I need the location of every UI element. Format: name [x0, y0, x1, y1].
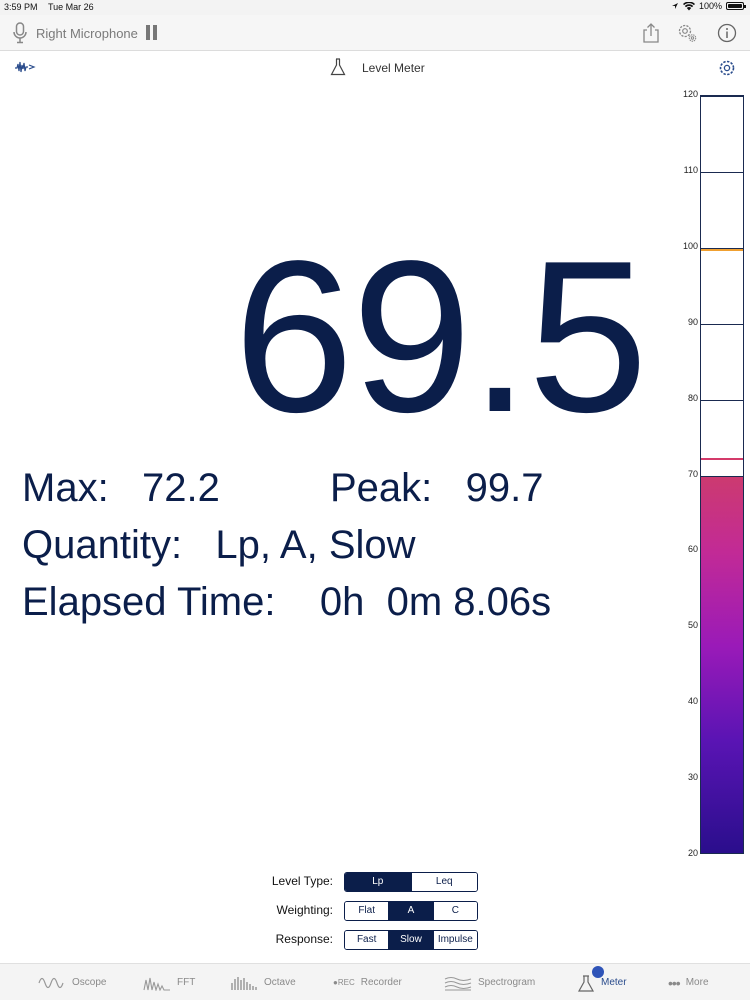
more-dots-icon: ••• — [668, 974, 681, 991]
meter-tick — [701, 323, 743, 325]
battery-icon — [726, 2, 746, 10]
weighting-label: Weighting: — [276, 903, 333, 917]
tab-meter[interactable]: Meter — [577, 964, 627, 1000]
waveform-icon[interactable] — [14, 59, 36, 75]
tab-more[interactable]: ••• More — [668, 964, 709, 1000]
level-type-option-lp[interactable]: Lp — [345, 873, 412, 891]
pause-icon[interactable] — [146, 25, 158, 40]
tab-label: More — [685, 977, 709, 988]
record-dot-icon: ●REC — [333, 978, 355, 987]
meter-tick-label: 50 — [687, 620, 698, 631]
status-bar: 3:59 PM Tue Mar 26 100% — [0, 0, 750, 15]
location-icon — [671, 3, 678, 9]
tab-oscope[interactable]: Oscope — [38, 964, 106, 1000]
meter-level-fill — [701, 477, 743, 853]
level-type-option-leq[interactable]: Leq — [411, 873, 477, 891]
tab-label: Recorder — [360, 977, 402, 988]
fft-icon — [143, 977, 170, 991]
response-row: Response: Fast Slow Impulse — [0, 930, 750, 950]
quantity-stat: Quantity: Lp, A, Slow — [22, 523, 416, 567]
flask-icon — [330, 58, 346, 76]
octave-icon — [231, 976, 257, 990]
weighting-control: Flat A C — [344, 901, 478, 921]
meter-flask-icon — [577, 974, 595, 992]
level-meter-bar — [700, 95, 744, 854]
elapsed-time-stat: Elapsed Time: 0h 0m 8.06s — [22, 580, 552, 624]
gear-icon[interactable] — [676, 22, 698, 44]
response-option-slow[interactable]: Slow — [389, 931, 434, 949]
settings-gear-icon[interactable] — [717, 58, 737, 78]
response-option-impulse[interactable]: Impulse — [433, 931, 477, 949]
oscope-icon — [38, 977, 64, 988]
spectrogram-icon — [444, 976, 472, 990]
meter-tick-label: 110 — [683, 164, 698, 175]
meter-tick-label: 90 — [687, 316, 698, 327]
meter-tick — [701, 96, 743, 97]
input-source-label[interactable]: Right Microphone — [36, 26, 138, 41]
status-right: 100% — [671, 1, 746, 11]
meter-peak-marker — [701, 249, 743, 252]
level-type-row: Level Type: Lp Leq — [0, 872, 750, 892]
weighting-option-c[interactable]: C — [433, 902, 477, 920]
tab-bar: Oscope FFT Octave ●REC Recorder Spectrog… — [0, 963, 750, 1000]
level-type-label: Level Type: — [271, 874, 333, 888]
response-label: Response: — [275, 932, 333, 946]
share-icon[interactable] — [640, 22, 662, 44]
meter-max-marker — [701, 457, 743, 460]
microphone-icon[interactable] — [12, 22, 28, 44]
tab-fft[interactable]: FFT — [143, 964, 195, 1000]
tab-recorder[interactable]: ●REC Recorder — [333, 964, 402, 1000]
info-icon[interactable] — [716, 22, 738, 44]
tab-spectrogram[interactable]: Spectrogram — [444, 964, 535, 1000]
tab-label: Oscope — [72, 977, 107, 988]
page-title: Level Meter — [362, 61, 425, 75]
meter-tick-label: 80 — [687, 392, 698, 403]
sub-header: Level Meter — [0, 52, 750, 84]
wifi-icon — [682, 1, 695, 10]
top-toolbar: Right Microphone — [0, 15, 750, 51]
meter-tick-label: 30 — [687, 772, 698, 783]
weighting-option-flat[interactable]: Flat — [345, 902, 390, 920]
sound-level-reading: 69.5 — [233, 215, 648, 457]
meter-tick — [701, 171, 743, 173]
status-time: 3:59 PM — [4, 2, 38, 12]
tab-label: Spectrogram — [478, 977, 536, 988]
weighting-row: Weighting: Flat A C — [0, 901, 750, 921]
rec-label: REC — [337, 978, 355, 987]
status-date: Tue Mar 26 — [48, 2, 94, 12]
meter-tick-label: 60 — [687, 544, 698, 555]
meter-tick-label: 20 — [687, 848, 698, 858]
response-option-fast[interactable]: Fast — [345, 931, 390, 949]
meter-tick-label: 100 — [682, 240, 698, 251]
max-stat: Max: 72.2 — [22, 466, 220, 510]
response-control: Fast Slow Impulse — [344, 930, 478, 950]
tab-label: Octave — [264, 977, 296, 988]
weighting-option-a[interactable]: A — [389, 902, 434, 920]
tab-label: Meter — [601, 977, 627, 988]
meter-tick-label: 120 — [682, 89, 698, 99]
tab-octave[interactable]: Octave — [230, 964, 296, 1000]
active-badge-icon — [592, 966, 604, 978]
tab-label: FFT — [177, 977, 196, 988]
battery-percent: 100% — [698, 1, 722, 11]
meter-tick — [701, 399, 743, 401]
level-type-control: Lp Leq — [344, 872, 478, 892]
peak-stat: Peak: 99.7 — [330, 466, 544, 510]
meter-tick-label: 70 — [687, 468, 698, 479]
meter-tick-label: 40 — [687, 696, 698, 707]
